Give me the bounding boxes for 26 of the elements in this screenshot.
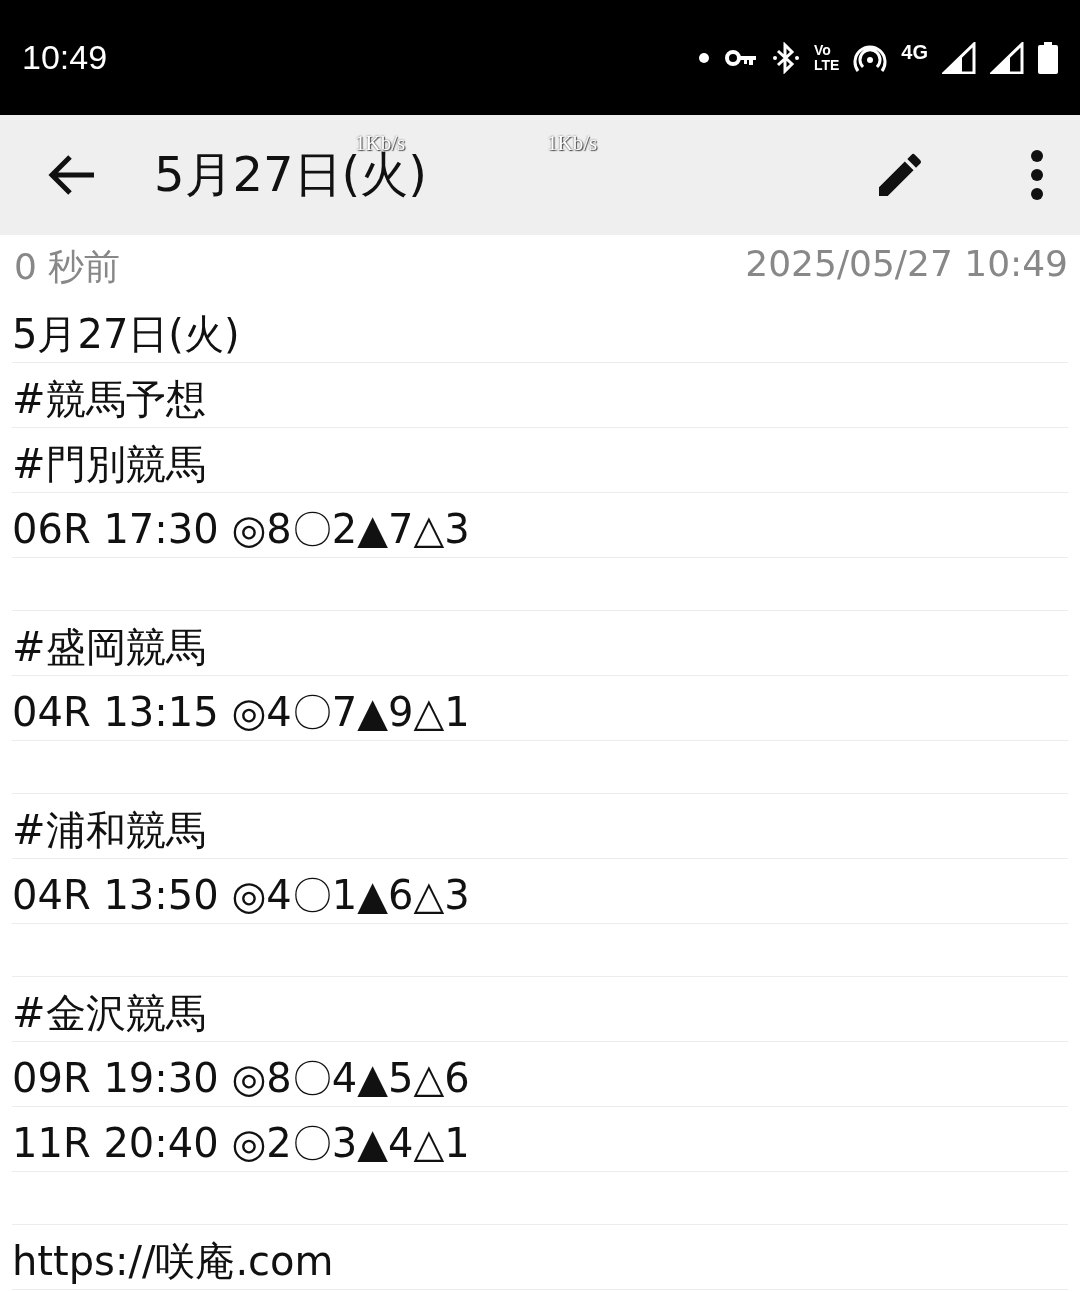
relative-time: 0 秒前: [14, 245, 121, 289]
notification-dot-icon: [697, 51, 710, 64]
network-type: 4G: [901, 41, 928, 62]
timestamp: 2025/05/27 10:49: [745, 243, 1068, 286]
note-line: #金沢競馬: [12, 989, 206, 1038]
signal-icon: [990, 41, 1024, 74]
volte-indicator: Vo LTE: [813, 42, 840, 73]
back-arrow-icon: [46, 153, 96, 197]
note-line: #競馬予想: [12, 375, 206, 424]
note-line: 11R 20:40 ◎2〇3▲4△1: [12, 1119, 470, 1168]
note-line: #盛岡競馬: [12, 623, 206, 672]
network-speed-overlay: 1Kb/s: [547, 131, 598, 156]
battery-icon: [1038, 41, 1058, 74]
bluetooth-icon: [771, 41, 800, 74]
key-icon: [723, 47, 758, 68]
signal-icon: [942, 41, 976, 74]
note-line: 09R 19:30 ◎8〇4▲5△6: [12, 1054, 470, 1103]
note-line: 5月27日(火): [12, 310, 240, 359]
note-line: #門別競馬: [12, 440, 206, 489]
note-line: 04R 13:15 ◎4〇7▲9△1: [12, 688, 470, 737]
note-line: #浦和競馬: [12, 806, 206, 855]
status-time: 10:49: [22, 38, 108, 77]
note-line: https://咲庵.com: [12, 1237, 334, 1286]
more-vertical-icon: [1030, 149, 1044, 201]
note-line: 06R 17:30 ◎8〇2▲7△3: [12, 505, 470, 554]
note-line: 04R 13:50 ◎4〇1▲6△3: [12, 871, 470, 920]
